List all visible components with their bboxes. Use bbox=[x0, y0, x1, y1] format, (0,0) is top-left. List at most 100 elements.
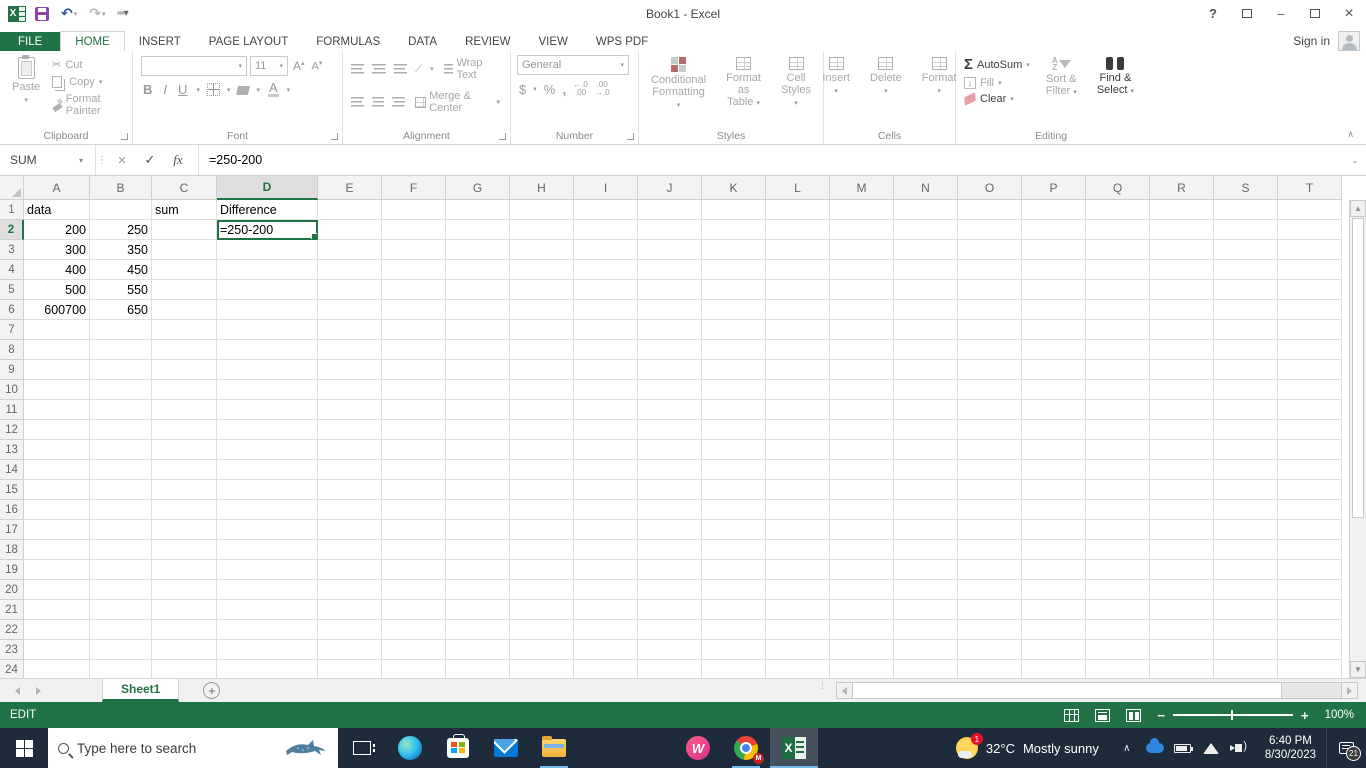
cell-F5[interactable] bbox=[382, 280, 446, 300]
currency-icon[interactable]: $ bbox=[519, 82, 526, 97]
cell-O15[interactable] bbox=[958, 480, 1022, 500]
cell-L20[interactable] bbox=[766, 580, 830, 600]
row-header-1[interactable]: 1 bbox=[0, 200, 24, 220]
cancel-button[interactable]: × bbox=[108, 152, 136, 169]
cell-J17[interactable] bbox=[638, 520, 702, 540]
cell-L11[interactable] bbox=[766, 400, 830, 420]
cell-B12[interactable] bbox=[90, 420, 152, 440]
cell-B7[interactable] bbox=[90, 320, 152, 340]
cell-L18[interactable] bbox=[766, 540, 830, 560]
cell-P5[interactable] bbox=[1022, 280, 1086, 300]
cell-N4[interactable] bbox=[894, 260, 958, 280]
cell-P9[interactable] bbox=[1022, 360, 1086, 380]
cell-C11[interactable] bbox=[152, 400, 217, 420]
cell-N5[interactable] bbox=[894, 280, 958, 300]
cell-T16[interactable] bbox=[1278, 500, 1342, 520]
decrease-decimal-icon[interactable]: .00 →.0 bbox=[595, 81, 610, 97]
cell-N6[interactable] bbox=[894, 300, 958, 320]
cell-P18[interactable] bbox=[1022, 540, 1086, 560]
column-header-G[interactable]: G bbox=[446, 176, 510, 200]
cell-E18[interactable] bbox=[318, 540, 382, 560]
cell-L7[interactable] bbox=[766, 320, 830, 340]
align-top-icon[interactable] bbox=[351, 63, 365, 75]
wrap-text-button[interactable]: Wrap Text bbox=[442, 56, 502, 82]
cell-H12[interactable] bbox=[510, 420, 574, 440]
column-header-P[interactable]: P bbox=[1022, 176, 1086, 200]
cell-R23[interactable] bbox=[1150, 640, 1214, 660]
row-header-19[interactable]: 19 bbox=[0, 560, 24, 580]
column-header-B[interactable]: B bbox=[90, 176, 152, 200]
cell-P12[interactable] bbox=[1022, 420, 1086, 440]
cell-I23[interactable] bbox=[574, 640, 638, 660]
cell-D8[interactable] bbox=[217, 340, 318, 360]
cell-J9[interactable] bbox=[638, 360, 702, 380]
cell-B17[interactable] bbox=[90, 520, 152, 540]
percent-icon[interactable]: % bbox=[544, 82, 556, 97]
cell-I21[interactable] bbox=[574, 600, 638, 620]
alignment-dialog-launcher[interactable] bbox=[499, 133, 506, 140]
cell-N13[interactable] bbox=[894, 440, 958, 460]
cell-T13[interactable] bbox=[1278, 440, 1342, 460]
cell-S2[interactable] bbox=[1214, 220, 1278, 240]
cell-J24[interactable] bbox=[638, 660, 702, 678]
cell-T17[interactable] bbox=[1278, 520, 1342, 540]
cell-E24[interactable] bbox=[318, 660, 382, 678]
cell-R21[interactable] bbox=[1150, 600, 1214, 620]
cell-K10[interactable] bbox=[702, 380, 766, 400]
cell-C2[interactable] bbox=[152, 220, 217, 240]
cell-Q19[interactable] bbox=[1086, 560, 1150, 580]
chrome-taskbar-button[interactable]: M bbox=[722, 728, 770, 768]
cell-L9[interactable] bbox=[766, 360, 830, 380]
align-right-icon[interactable] bbox=[392, 96, 406, 108]
cell-B14[interactable] bbox=[90, 460, 152, 480]
cell-D12[interactable] bbox=[217, 420, 318, 440]
scroll-down-button[interactable]: ▼ bbox=[1350, 661, 1366, 678]
cell-G12[interactable] bbox=[446, 420, 510, 440]
cell-M11[interactable] bbox=[830, 400, 894, 420]
cell-L13[interactable] bbox=[766, 440, 830, 460]
cell-B4[interactable]: 450 bbox=[90, 260, 152, 280]
cell-N3[interactable] bbox=[894, 240, 958, 260]
cell-O8[interactable] bbox=[958, 340, 1022, 360]
cell-M8[interactable] bbox=[830, 340, 894, 360]
cell-J2[interactable] bbox=[638, 220, 702, 240]
cell-B16[interactable] bbox=[90, 500, 152, 520]
cell-O13[interactable] bbox=[958, 440, 1022, 460]
cell-A20[interactable] bbox=[24, 580, 90, 600]
cell-N14[interactable] bbox=[894, 460, 958, 480]
column-header-F[interactable]: F bbox=[382, 176, 446, 200]
cell-D21[interactable] bbox=[217, 600, 318, 620]
cell-T8[interactable] bbox=[1278, 340, 1342, 360]
cell-A13[interactable] bbox=[24, 440, 90, 460]
cell-O9[interactable] bbox=[958, 360, 1022, 380]
cell-Q2[interactable] bbox=[1086, 220, 1150, 240]
number-format-combo[interactable]: General ▾ bbox=[517, 55, 629, 75]
cell-F19[interactable] bbox=[382, 560, 446, 580]
cell-C16[interactable] bbox=[152, 500, 217, 520]
cell-M9[interactable] bbox=[830, 360, 894, 380]
cell-M17[interactable] bbox=[830, 520, 894, 540]
row-header-22[interactable]: 22 bbox=[0, 620, 24, 640]
column-header-S[interactable]: S bbox=[1214, 176, 1278, 200]
cell-I17[interactable] bbox=[574, 520, 638, 540]
cell-N19[interactable] bbox=[894, 560, 958, 580]
ribbon-tab-home[interactable]: HOME bbox=[60, 31, 125, 51]
cell-K8[interactable] bbox=[702, 340, 766, 360]
cell-M15[interactable] bbox=[830, 480, 894, 500]
cell-H23[interactable] bbox=[510, 640, 574, 660]
cell-E20[interactable] bbox=[318, 580, 382, 600]
autosum-button[interactable]: Σ AutoSum ▾ bbox=[962, 55, 1032, 74]
cell-C9[interactable] bbox=[152, 360, 217, 380]
edge-taskbar-button[interactable] bbox=[386, 728, 434, 768]
copy-button[interactable]: Copy ▾ bbox=[50, 75, 126, 89]
cell-A23[interactable] bbox=[24, 640, 90, 660]
cell-A6[interactable]: 600700 bbox=[24, 300, 90, 320]
cell-A2[interactable]: 200 bbox=[24, 220, 90, 240]
cell-O4[interactable] bbox=[958, 260, 1022, 280]
cell-T24[interactable] bbox=[1278, 660, 1342, 678]
cell-D24[interactable] bbox=[217, 660, 318, 678]
cell-I11[interactable] bbox=[574, 400, 638, 420]
cell-K16[interactable] bbox=[702, 500, 766, 520]
cell-G3[interactable] bbox=[446, 240, 510, 260]
cell-S12[interactable] bbox=[1214, 420, 1278, 440]
